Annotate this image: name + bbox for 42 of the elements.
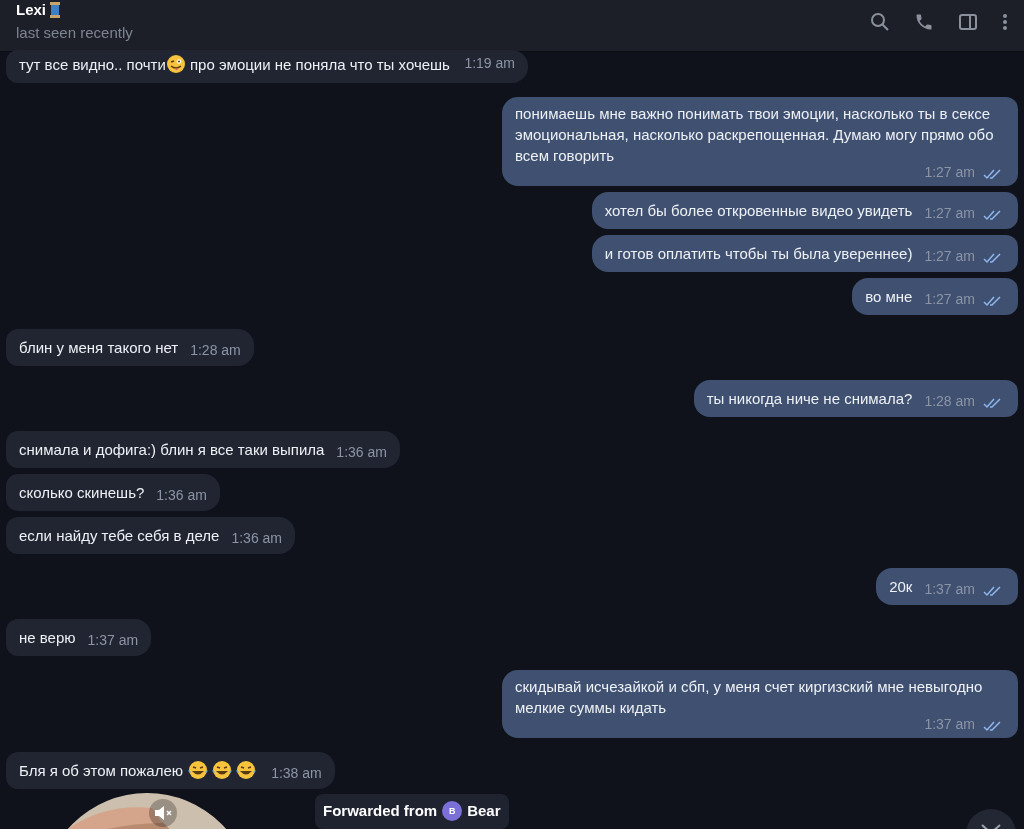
winking-face-icon	[165, 54, 186, 74]
message-text: если найду тебе себя в деле	[19, 527, 220, 544]
message-text: не верю	[19, 629, 76, 646]
muted-speaker-icon[interactable]	[149, 799, 177, 827]
message-time: 1:27 am	[924, 248, 975, 264]
sender-name[interactable]: Bear	[467, 800, 501, 823]
more-options-icon[interactable]	[1002, 11, 1008, 32]
message-time: 1:37 am	[924, 581, 975, 597]
contact-name: Lexi	[16, 0, 46, 20]
message-text: блин у меня такого нет	[19, 339, 179, 356]
message-text: во мне	[865, 288, 913, 305]
message-time: 1:38 am	[271, 765, 322, 781]
message-text: сколько скинешь?	[19, 484, 145, 501]
message-text: понимаешь мне важно понимать твои эмоции, насколько ты в сексе эмоциональная, насколько раскрепощенная. Думаю могу прямо обо всем говорить	[515, 104, 995, 166]
message-time: 1:37 am	[924, 716, 975, 732]
message-text: Бля я об этом пожалею	[19, 762, 260, 779]
message-time: 1:37 am	[87, 632, 139, 648]
message-time: 1:28 am	[924, 393, 975, 409]
message-text: снимала и дофига:) блин я все таки выпила	[19, 441, 325, 458]
laughing-face-icon	[211, 760, 234, 780]
message-time: 1:27 am	[924, 164, 975, 180]
search-icon[interactable]	[870, 11, 890, 32]
forwarded-text: Forwarded from	[323, 801, 438, 821]
last-seen-status: last seen recently	[16, 22, 134, 43]
spool-icon	[50, 2, 60, 19]
sidebar-toggle-icon[interactable]	[958, 11, 978, 32]
message-text: 20к	[889, 578, 913, 595]
message-time: 1:19 am	[464, 55, 515, 71]
message-time: 1:27 am	[924, 205, 975, 221]
laughing-face-icon	[235, 760, 258, 780]
laughing-face-icon	[187, 760, 210, 780]
sender-avatar: B	[442, 801, 463, 822]
message-text: тут все видно.. почти про эмоции не поняла что ты хочешь	[19, 56, 450, 73]
message-time: 1:36 am	[336, 444, 387, 460]
message-text: скидывай исчезайкой и сбп, у меня счет киргизский мне невыгодно мелкие суммы кидать	[515, 677, 984, 718]
message-text: хотел бы более откровенные видео увидеть	[604, 202, 913, 219]
message-text: ты никогда ниче не снимала?	[706, 390, 913, 407]
message-time: 1:36 am	[231, 530, 283, 546]
message-time: 1:28 am	[190, 342, 241, 358]
message-time: 1:27 am	[924, 291, 975, 307]
message-time: 1:36 am	[156, 487, 207, 503]
message-text: и готов оплатить чтобы ты была увереннее)	[604, 245, 913, 262]
